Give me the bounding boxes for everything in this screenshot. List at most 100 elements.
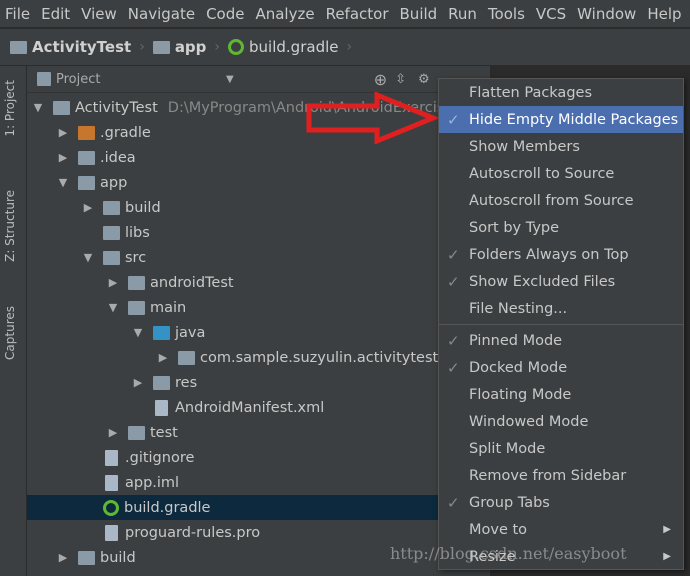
tree-item[interactable]: ▼ src [27, 245, 490, 270]
folder-icon [78, 150, 95, 165]
tree-item[interactable]: ▼ java [27, 320, 490, 345]
tree-item[interactable]: ▶ res [27, 370, 490, 395]
menu-item-pinned-mode[interactable]: ✓ Pinned Mode [439, 327, 683, 354]
tree-item[interactable]: ▼ main [27, 295, 490, 320]
tree-item[interactable]: build.gradle [27, 495, 490, 520]
expand-right-icon[interactable]: ▶ [157, 351, 169, 364]
menu-item-folders-always-on-top[interactable]: ✓ Folders Always on Top [439, 241, 683, 268]
expand-right-icon[interactable]: ▶ [132, 376, 144, 389]
menu-window[interactable]: Window [572, 5, 642, 23]
breadcrumb-separator: › [214, 39, 221, 55]
tree-item-label: java [175, 324, 206, 341]
breadcrumb-item[interactable]: build.gradle [228, 38, 338, 56]
collapse-all-icon[interactable]: ⇳ [395, 72, 406, 87]
menu-item-autoscroll-from-source[interactable]: Autoscroll from Source [439, 187, 683, 214]
tree-item[interactable]: ▶ androidTest [27, 270, 490, 295]
expand-right-icon[interactable]: ▶ [57, 551, 69, 564]
breadcrumb-separator: › [346, 39, 353, 55]
menu-code[interactable]: Code [201, 5, 250, 23]
menu-tools[interactable]: Tools [483, 5, 531, 23]
menu-help[interactable]: Help [642, 5, 687, 23]
module-icon [78, 175, 95, 190]
menu-view[interactable]: View [76, 5, 123, 23]
menu-item-file-nesting[interactable]: File Nesting... [439, 295, 683, 322]
menu-build[interactable]: Build [395, 5, 444, 23]
tab-structure[interactable]: Z: Structure [3, 190, 17, 262]
menu-bar: File Edit View Navigate Code Analyze Refactor B… [0, 0, 690, 27]
folder-icon [153, 375, 170, 390]
folder-orange-icon [78, 125, 95, 140]
tree-item[interactable]: AndroidManifest.xml [27, 395, 490, 420]
menu-item-split-mode[interactable]: Split Mode [439, 435, 683, 462]
chevron-down-icon[interactable]: ▼ [226, 74, 234, 85]
tree-item[interactable]: app.iml [27, 470, 490, 495]
folder-icon [128, 275, 145, 290]
expand-right-icon[interactable]: ▶ [107, 276, 119, 289]
menu-edit[interactable]: Edit [36, 5, 76, 23]
menu-item-label: Windowed Mode [469, 413, 589, 430]
folder-icon [10, 40, 27, 54]
menu-item-hide-empty-middle-packages[interactable]: ✓ Hide Empty Middle Packages [439, 106, 683, 133]
tree-item-label: AndroidManifest.xml [175, 399, 325, 416]
menu-item-sort-by-type[interactable]: Sort by Type [439, 214, 683, 241]
tab-captures[interactable]: Captures [3, 306, 17, 360]
breadcrumb-item[interactable]: app [152, 38, 206, 56]
tree-item[interactable]: ▶ test [27, 420, 490, 445]
project-icon [37, 72, 51, 86]
menu-run[interactable]: Run [443, 5, 483, 23]
expand-down-icon[interactable]: ▼ [82, 251, 94, 264]
tree-item[interactable]: proguard-rules.pro [27, 520, 490, 545]
menu-navigate[interactable]: Navigate [123, 5, 201, 23]
project-panel-header: Project ▼ ⊕ ⇳ ⚙ [27, 66, 490, 93]
tree-item[interactable]: ▼ app [27, 170, 490, 195]
menu-vcs[interactable]: VCS [531, 5, 572, 23]
menu-item-docked-mode[interactable]: ✓ Docked Mode [439, 354, 683, 381]
tree-item-label: .gradle [100, 124, 151, 141]
folder-icon [128, 425, 145, 440]
expand-down-icon[interactable]: ▼ [32, 101, 44, 114]
file-icon [155, 399, 168, 416]
expand-right-icon[interactable]: ▶ [82, 201, 94, 214]
menu-file[interactable]: File [0, 5, 36, 23]
expand-right-icon[interactable]: ▶ [57, 126, 69, 139]
expand-down-icon[interactable]: ▼ [57, 176, 69, 189]
tab-project[interactable]: 1: Project [3, 80, 17, 137]
menu-item-group-tabs[interactable]: ✓ Group Tabs [439, 489, 683, 516]
menu-item-windowed-mode[interactable]: Windowed Mode [439, 408, 683, 435]
menu-item-flatten-packages[interactable]: Flatten Packages [439, 79, 683, 106]
expand-right-icon[interactable]: ▶ [57, 151, 69, 164]
menu-refactor[interactable]: Refactor [321, 5, 395, 23]
project-view-selector[interactable]: Project [56, 72, 226, 87]
check-icon: ✓ [447, 493, 460, 512]
submenu-arrow-icon: ▶ [663, 524, 671, 535]
tree-item-label: build [125, 199, 161, 216]
menu-item-remove-from-sidebar[interactable]: Remove from Sidebar [439, 462, 683, 489]
folder-icon [128, 300, 145, 315]
expand-down-icon[interactable]: ▼ [132, 326, 144, 339]
menu-analyze[interactable]: Analyze [250, 5, 320, 23]
gear-options-menu: Flatten Packages ✓ Hide Empty Middle Packa… [438, 78, 684, 570]
locate-icon[interactable]: ⊕ [374, 70, 387, 89]
tree-item-label: .gitignore [125, 449, 195, 466]
tree-item[interactable]: ▶ build [27, 195, 490, 220]
check-icon: ✓ [447, 331, 460, 350]
menu-separator [439, 324, 683, 325]
tree-item-label: proguard-rules.pro [125, 524, 261, 541]
tree-item[interactable]: ▶ com.sample.suzyulin.activitytest [27, 345, 490, 370]
menu-item-show-members[interactable]: Show Members [439, 133, 683, 160]
breadcrumb-item[interactable]: ActivityTest [10, 38, 131, 56]
tree-item[interactable]: libs [27, 220, 490, 245]
expand-right-icon[interactable]: ▶ [107, 426, 119, 439]
expand-down-icon[interactable]: ▼ [107, 301, 119, 314]
menu-item-move-to[interactable]: Move to ▶ [439, 516, 683, 543]
tree-item[interactable]: ▶ .idea [27, 145, 490, 170]
gear-icon[interactable]: ⚙ [418, 72, 430, 87]
menu-item-floating-mode[interactable]: Floating Mode [439, 381, 683, 408]
tree-item-label: build.gradle [124, 499, 211, 516]
menu-item-autoscroll-to-source[interactable]: Autoscroll to Source [439, 160, 683, 187]
menu-item-show-excluded-files[interactable]: ✓ Show Excluded Files [439, 268, 683, 295]
tree-item[interactable]: .gitignore [27, 445, 490, 470]
folder-icon [78, 550, 95, 565]
tree-item-label: libs [125, 224, 150, 241]
watermark: http://blog.csdn.net/easyboot [390, 544, 627, 563]
